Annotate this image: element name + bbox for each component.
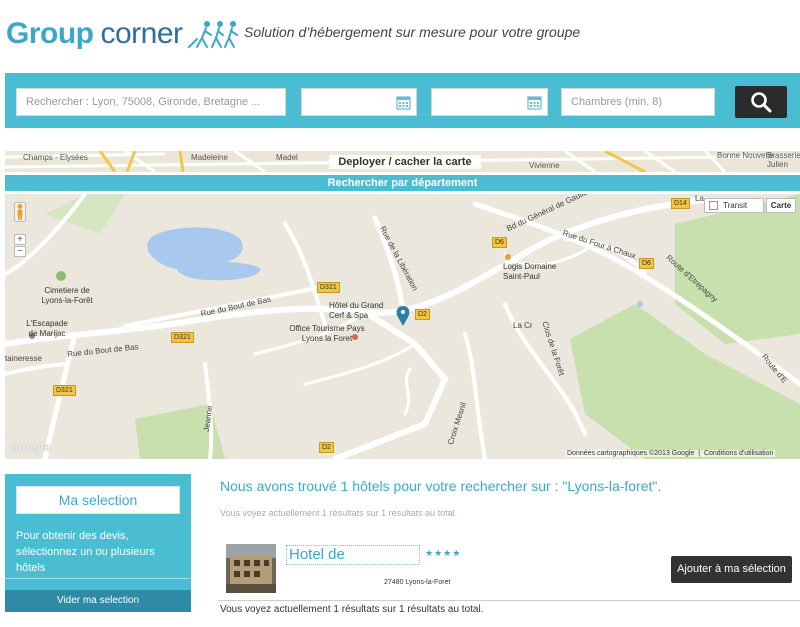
departure-date-input[interactable]	[431, 88, 548, 116]
map-place-label: L'Escapade de Marijac	[26, 319, 68, 338]
results-count-top: Vous voyez actuellement 1 résultats sur …	[220, 508, 458, 518]
hotel-star-rating: ★★★★	[425, 548, 462, 558]
site-tagline: Solution d’hébergement sur mesure pour v…	[244, 24, 581, 40]
search-by-department-button[interactable]: Rechercher par département	[5, 175, 800, 191]
road-number-badge: D321	[317, 282, 340, 293]
zoom-in-button[interactable]: +	[14, 234, 26, 245]
divider	[5, 578, 191, 579]
selection-panel: Ma selection Pour obtenir des devis, sél…	[5, 474, 191, 612]
map-terms-link[interactable]: Conditions d'utilisation	[704, 450, 773, 457]
add-to-selection-button[interactable]: Ajouter à ma sélection	[671, 556, 792, 583]
logo-corner-text: corner	[100, 17, 184, 50]
map-pin	[396, 306, 410, 326]
hikers-icon	[187, 21, 238, 48]
road-number-badge: D2	[415, 309, 430, 320]
logo-group-text: Group	[6, 17, 94, 50]
road-number-badge: D14	[671, 198, 690, 209]
calendar-icon[interactable]	[396, 95, 411, 110]
road-number-badge: D2	[319, 442, 334, 453]
map-road-label: La Cr	[513, 321, 533, 330]
transit-label: Transit	[723, 201, 748, 210]
results-heading: Nous avons trouvé 1 hôtels pour votre re…	[220, 478, 662, 494]
road-number-badge: D6	[492, 237, 507, 248]
map-road-label: La	[695, 194, 704, 203]
map-view[interactable]: Cimetiere de Lyons-la-Forêt L'Escapade d…	[5, 194, 800, 459]
map-strip-label: Madel	[276, 153, 298, 162]
hotel-name-link[interactable]: Hotel de	[286, 545, 420, 565]
results-count-bottom: Vous voyez actuellement 1 résultats sur …	[220, 604, 484, 615]
map-place-label: Office Tourisme Pays Lyons la Foret	[289, 324, 365, 343]
search-button[interactable]	[735, 86, 787, 118]
hotel-thumbnail[interactable]	[226, 544, 276, 593]
map-copyright: Données cartographiques ©2013 Google | C…	[565, 450, 776, 457]
site-header: Group corner Solution d’hébergement sur …	[0, 0, 800, 72]
divider	[218, 600, 800, 601]
selection-title: Ma selection	[16, 486, 180, 514]
selection-instructions: Pour obtenir des devis, sélectionnez un …	[16, 530, 155, 574]
search-bar: Rechercher : Lyon, 75008, Gironde, Breta…	[5, 73, 800, 128]
google-logo: Google	[9, 440, 51, 454]
clear-selection-button[interactable]: Vider ma selection	[5, 590, 191, 612]
location-search-input[interactable]: Rechercher : Lyon, 75008, Gironde, Breta…	[16, 88, 286, 116]
road-number-badge: D321	[53, 385, 76, 396]
transit-toggle[interactable]: Transit	[704, 198, 764, 213]
map-place-label: Cimetiere de Lyons-la-Forêt	[41, 286, 93, 305]
transit-checkbox[interactable]	[709, 201, 718, 210]
map-strip-label: Bonne Nouvelle	[717, 151, 774, 160]
search-icon	[751, 92, 772, 113]
hotel-address: 27480 Lyons-la-Foret	[384, 579, 451, 586]
road-number-badge: D6	[639, 258, 654, 269]
zoom-out-button[interactable]: −	[14, 246, 26, 257]
site-logo[interactable]: Group corner	[6, 14, 245, 54]
road-number-badge: D321	[171, 332, 194, 343]
map-strip-label: Brasserie Julien	[767, 151, 800, 169]
park-area	[675, 194, 800, 344]
map-canvas[interactable]	[5, 194, 800, 459]
map-place-label: Hôtel du Grand Cerf & Spa	[329, 301, 384, 320]
map-strip-label: Champs - Elysées	[23, 153, 88, 162]
map-strip-label: Madeleine	[191, 153, 228, 162]
map-strip-label: Vivienne	[529, 161, 560, 170]
map-place-label: Logis Domaine Saint-Paul	[503, 262, 557, 281]
map-road-label: taineresse	[5, 354, 42, 363]
pond	[637, 301, 643, 307]
toggle-map-button[interactable]: Deployer / cacher la carte	[329, 155, 481, 169]
arrival-date-input[interactable]	[301, 88, 417, 116]
map-copyright-text: Données cartographiques ©2013 Google	[567, 450, 695, 457]
calendar-icon[interactable]	[527, 95, 542, 110]
lake	[175, 261, 261, 281]
street-view-pegman-icon[interactable]	[14, 202, 26, 222]
rooms-input[interactable]: Chambres (min. 8)	[561, 88, 715, 116]
map-preview-strip: Champs - Elysées Madeleine Madel Vivienn…	[5, 151, 800, 172]
map-type-button[interactable]: Carte	[766, 198, 796, 213]
